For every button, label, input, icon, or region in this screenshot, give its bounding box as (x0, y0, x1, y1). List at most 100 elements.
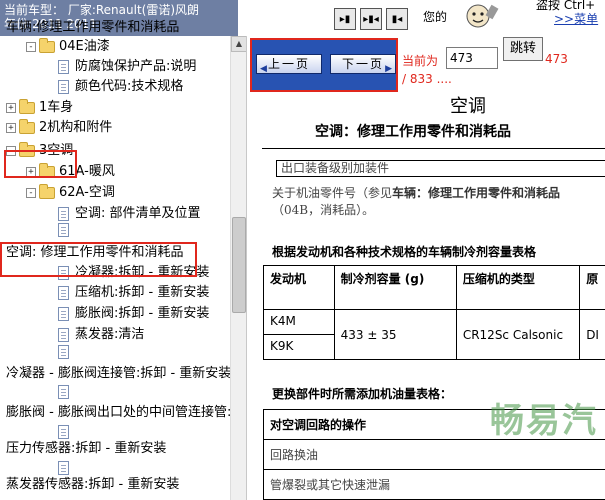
document-icon (58, 207, 69, 221)
tree-item[interactable]: +2机构和附件 (6, 118, 112, 138)
tree-item-label: 2机构和附件 (39, 120, 113, 135)
document-icon (58, 223, 69, 237)
col-header-engine: 发动机 (263, 265, 335, 310)
engine-cell: K4M (263, 309, 335, 335)
highlight-box-3ac (4, 150, 77, 178)
tree-item-label: 膨胀阀 - 膨胀阀出口处的中间管连接管: (6, 405, 232, 420)
page-number-input[interactable] (446, 47, 498, 69)
menu-link[interactable]: >>菜单 (554, 10, 598, 27)
your-label: 您的 (423, 10, 448, 24)
scroll-thumb[interactable] (232, 217, 246, 313)
total-pages-label: / 833 .... (402, 72, 452, 86)
forward-icon[interactable]: ▸▮ (334, 8, 356, 30)
tree-scrollbar[interactable]: ▲ (230, 36, 247, 500)
highlight-box-selected (0, 242, 197, 277)
next-arrow-icon: ▶ (385, 64, 392, 74)
tree-item-label: 空调: 部件清单及位置 (75, 206, 201, 221)
engine-cell: K9K (263, 334, 335, 360)
document-icon (58, 286, 69, 300)
tree-item[interactable]: 压缩机:拆卸 - 重新安装 (58, 283, 209, 303)
table-header-row: 发动机 制冷剂容量 (g) 压缩机的类型 原 (263, 265, 605, 310)
prev-arrow-icon: ◀ (260, 64, 267, 74)
tree-item[interactable]: 膨胀阀 - 膨胀阀出口处的中间管连接管: (6, 403, 231, 423)
current-page-label: 当前为 (402, 54, 439, 68)
split-icon[interactable]: ▸▮◂ (360, 8, 382, 30)
capacity-cell: 433 ± 35 (333, 309, 457, 360)
note-link-text[interactable]: 车辆：修理工作用零件和消耗品 (392, 186, 560, 200)
collapse-icon[interactable]: - (26, 42, 36, 52)
document-icon (58, 307, 69, 321)
tree-item-label: 膨胀阀:拆卸 - 重新安装 (75, 306, 210, 321)
refrigerant-table-heading: 根据发动机和各种技术规格的车辆制冷剂容量表格 (272, 245, 537, 259)
next-page-button[interactable]: 下一页 ▶ (330, 54, 396, 74)
jump-page-value: 473 (545, 52, 568, 66)
col-header-capacity: 制冷剂容量 (g) (333, 265, 457, 310)
refrigerant-table: 发动机 制冷剂容量 (g) 压缩机的类型 原 K4M 433 ± 35 CR12… (263, 265, 605, 360)
nav-icon-group: ▸▮ ▸▮◂ ▮◂ (334, 8, 408, 30)
back-icon[interactable]: ▮◂ (386, 8, 408, 30)
folder-icon (39, 184, 55, 199)
document-icon (58, 80, 69, 94)
prev-page-button[interactable]: ◀ 上一页 (256, 54, 322, 74)
document-icon (58, 385, 69, 399)
promo-banner: 盗按 Ctrl+ >>菜单 (458, 0, 605, 36)
tree-item[interactable]: 蒸发器:清洁 (58, 325, 144, 345)
tree-item[interactable]: - 62A-空调 (26, 183, 115, 203)
tree-item[interactable]: 空调: 部件清单及位置 (58, 204, 201, 224)
tree-item[interactable]: +1车身 (6, 98, 73, 118)
tree-item-label: 蒸发器传感器:拆卸 - 重新安装 (6, 477, 180, 492)
folder-icon (19, 119, 35, 134)
oil-reference-note: 关于机油零件号（参见车辆：修理工作用零件和消耗品 （04B，消耗品）。 (272, 185, 582, 219)
jump-button[interactable]: 跳转 (503, 37, 543, 61)
table-row: K4M 433 ± 35 CR12Sc Calsonic DI (263, 309, 605, 360)
collapse-icon[interactable]: - (26, 188, 36, 198)
table-row: 管爆裂或其它快速泄漏 (263, 469, 605, 500)
compressor-cell: CR12Sc Calsonic (455, 309, 581, 360)
car-model-line: 当前车型： 厂家:Renault(雷诺)风朗 (4, 3, 200, 17)
tree-item[interactable]: 冷凝器 - 膨胀阀连接管:拆卸 - 重新安装 (6, 364, 231, 384)
section-subheading: 出口装备级别加装件 (276, 160, 605, 177)
tree-item-label: 颜色代码:技术规格 (75, 79, 184, 94)
tree-item-label: 62A-空调 (59, 185, 115, 200)
tree-item-label: 压缩机:拆卸 - 重新安装 (75, 285, 210, 300)
extra-cell: DI (579, 309, 605, 360)
tree-item[interactable]: 车辆:修理工作用零件和消耗品 (6, 18, 179, 38)
note-suffix: （04B，消耗品）。 (272, 203, 375, 217)
col-header-compressor: 压缩机的类型 (455, 265, 581, 310)
cartoon-mascot-icon (458, 0, 502, 36)
folder-icon (19, 99, 35, 114)
tree-item[interactable]: 压力传感器:拆卸 - 重新安装 (6, 439, 166, 459)
oil-add-table-heading: 更换部件时所需添加机油量表格： (272, 387, 453, 401)
folder-icon (39, 38, 55, 53)
tree-item-label: 车辆:修理工作用零件和消耗品 (6, 20, 180, 35)
tree-item-label: 蒸发器:清洁 (75, 327, 145, 342)
document-subtitle: 空调：修理工作用零件和消耗品 (315, 124, 511, 140)
ops-cell: 回路换油 (263, 439, 605, 470)
tree-item[interactable]: 膨胀阀:拆卸 - 重新安装 (58, 304, 209, 324)
note-prefix: 关于机油零件号（参见 (272, 186, 393, 200)
tree-item[interactable]: 颜色代码:技术规格 (58, 77, 183, 97)
document-icon (58, 345, 69, 359)
prev-page-label: 上一页 (267, 57, 310, 71)
expand-icon[interactable]: + (6, 123, 16, 133)
tree-item-label: 防腐蚀保护产品:说明 (75, 59, 197, 74)
document-icon (58, 60, 69, 74)
col-header-extra: 原 (579, 265, 605, 310)
scroll-up-icon[interactable]: ▲ (231, 36, 247, 52)
table-row: 回路换油 (263, 439, 605, 470)
tree-item-label: 1车身 (39, 100, 74, 115)
document-icon (58, 328, 69, 342)
next-page-label: 下一页 (341, 57, 384, 71)
separator-line (262, 148, 605, 149)
tree-item[interactable]: 蒸发器传感器:拆卸 - 重新安装 (6, 475, 179, 495)
tree-item[interactable]: - 04E油漆 (26, 37, 110, 57)
ops-cell: 管爆裂或其它快速泄漏 (263, 469, 605, 500)
tree-item-label: 04E油漆 (59, 39, 110, 54)
document-title: 空调 (450, 96, 486, 117)
document-icon (58, 461, 69, 475)
pager-box: ◀ 上一页 下一页 ▶ (250, 38, 398, 92)
tree-item-label: 压力传感器:拆卸 - 重新安装 (6, 441, 167, 456)
expand-icon[interactable]: + (6, 103, 16, 113)
tree-item[interactable]: 防腐蚀保护产品:说明 (58, 57, 196, 77)
document-icon (58, 425, 69, 439)
